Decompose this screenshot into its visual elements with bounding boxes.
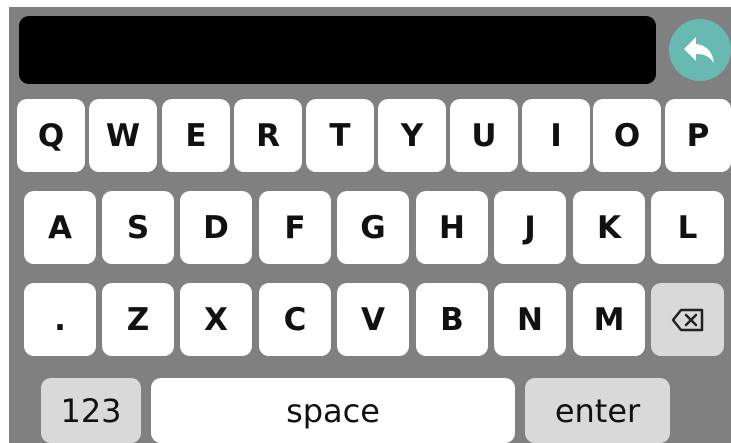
key-a[interactable]: A (24, 191, 96, 264)
key-d[interactable]: D (180, 191, 252, 264)
key-c[interactable]: C (259, 283, 331, 356)
backspace-icon (671, 308, 703, 331)
backspace-key[interactable] (651, 283, 724, 356)
key-label: W (105, 117, 141, 154)
key-i[interactable]: I (522, 99, 590, 172)
key-r[interactable]: R (234, 99, 302, 172)
key-label: H (439, 209, 465, 246)
key-g[interactable]: G (337, 191, 409, 264)
key-h[interactable]: H (416, 191, 488, 264)
key-o[interactable]: O (593, 99, 661, 172)
space-key[interactable]: space (151, 378, 515, 443)
return-arrow-icon (684, 37, 714, 63)
key-label: G (360, 209, 386, 246)
key-s[interactable]: S (102, 191, 174, 264)
key-m[interactable]: M (573, 283, 645, 356)
key-label: B (440, 301, 464, 338)
key-label: O (613, 117, 641, 154)
enter-circle-button[interactable] (669, 19, 731, 81)
key-label: Z (126, 301, 150, 338)
key-k[interactable]: K (573, 191, 645, 264)
text-input-display[interactable] (19, 16, 656, 84)
key-label: S (126, 209, 150, 246)
key-t[interactable]: T (306, 99, 374, 172)
key-label: K (596, 209, 622, 246)
key-period[interactable]: . (24, 283, 96, 356)
key-label: N (517, 301, 543, 338)
key-label: Q (37, 117, 65, 154)
key-label: C (283, 301, 307, 338)
key-label: D (203, 209, 229, 246)
key-z[interactable]: Z (102, 283, 174, 356)
key-label: E (185, 117, 207, 154)
key-label: T (329, 117, 351, 154)
enter-key[interactable]: enter (525, 378, 670, 443)
key-label: F (284, 209, 306, 246)
key-label: L (677, 209, 698, 246)
key-b[interactable]: B (416, 283, 488, 356)
key-label: R (256, 117, 280, 154)
key-x[interactable]: X (180, 283, 252, 356)
numbers-key[interactable]: 123 (41, 378, 141, 443)
key-label: U (471, 117, 497, 154)
key-label: X (204, 301, 228, 338)
key-label: V (361, 301, 385, 338)
key-l[interactable]: L (651, 191, 724, 264)
key-u[interactable]: U (450, 99, 518, 172)
key-label: 123 (60, 391, 122, 430)
key-p[interactable]: P (665, 99, 731, 172)
key-label: enter (554, 391, 641, 430)
key-label: Y (400, 117, 424, 154)
key-label: P (686, 117, 710, 154)
key-w[interactable]: W (89, 99, 157, 172)
key-v[interactable]: V (337, 283, 409, 356)
key-label: J (524, 209, 536, 246)
key-label: M (593, 301, 625, 338)
key-y[interactable]: Y (378, 99, 446, 172)
key-label: I (550, 117, 562, 154)
key-label: A (48, 209, 72, 246)
key-label: . (54, 301, 66, 338)
key-f[interactable]: F (259, 191, 331, 264)
key-j[interactable]: J (494, 191, 566, 264)
key-e[interactable]: E (162, 99, 230, 172)
key-n[interactable]: N (494, 283, 566, 356)
key-label: space (286, 391, 380, 430)
key-q[interactable]: Q (17, 99, 85, 172)
